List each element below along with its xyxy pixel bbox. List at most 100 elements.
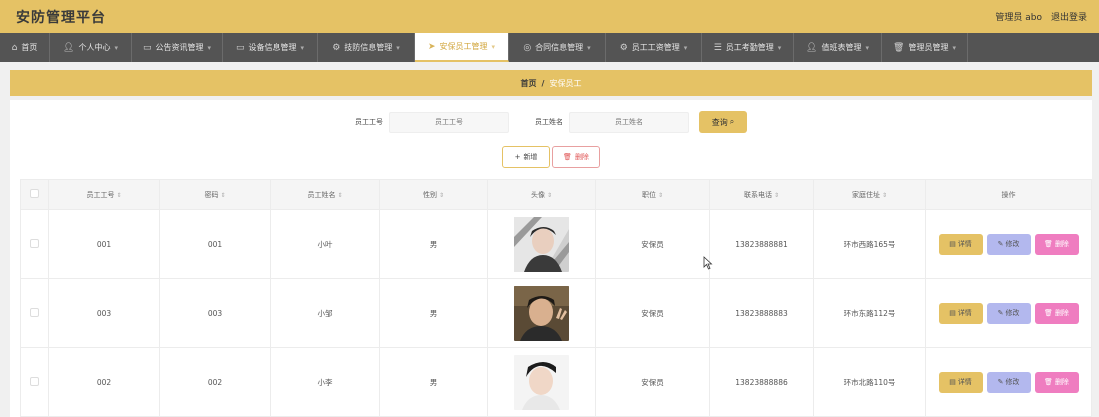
employee-id-input[interactable] (389, 111, 509, 133)
add-button[interactable]: + 新增 (502, 146, 550, 168)
pencil-icon: ✎ (997, 378, 1004, 386)
chevron-down-icon: ▾ (865, 43, 869, 52)
logout-link[interactable]: 退出登录 (1051, 10, 1087, 23)
column-header[interactable]: 性别 ⇕ (379, 179, 488, 210)
employee-name-input[interactable] (569, 111, 689, 133)
avatar[interactable] (514, 354, 569, 410)
cell-address: 环市北路110号 (813, 347, 926, 417)
nav-item-contracts[interactable]: ◎ 合同信息管理 ▾ (509, 33, 606, 62)
nav-item-attendance[interactable]: ☰ 员工考勤管理 ▾ (702, 33, 794, 62)
search-form: 员工工号 员工姓名 查询 ⌕ (10, 111, 1092, 133)
delete-button[interactable]: 🗑︎ 删除 (1034, 233, 1079, 255)
trash-icon: 🗑︎ (1044, 378, 1053, 386)
cell-password: 002 (159, 347, 271, 417)
chevron-down-icon: ▾ (587, 43, 591, 52)
chevron-down-icon: ▾ (396, 43, 400, 52)
cell-password: 003 (159, 278, 271, 348)
delete-button[interactable]: 🗑︎ 删除 (1034, 371, 1079, 393)
sort-icon: ⇕ (438, 191, 445, 199)
edit-button[interactable]: ✎ 修改 (986, 371, 1031, 393)
search-icon: ⌕ (729, 117, 735, 126)
current-user-label: 管理员 abo (995, 13, 1042, 23)
send-icon: ➤ (427, 41, 436, 52)
row-checkbox[interactable] (20, 347, 49, 417)
delete-button[interactable]: 🗑︎ 删除 (1034, 302, 1079, 324)
row-checkbox[interactable] (20, 209, 49, 279)
chevron-down-icon: ▾ (952, 43, 956, 52)
table-header-row: 员工工号 ⇕ 密码 ⇕ 员工姓名 ⇕ 性别 ⇕ 头像 ⇕ 职位 ⇕ 联系电话 ⇕ 家庭住址 ⇕ … (20, 179, 1092, 210)
gear-icon: ⚙ (332, 42, 341, 53)
gear-icon: ⚙ (619, 42, 628, 53)
monitor-icon: ▭ (235, 42, 245, 53)
breadcrumb-home[interactable]: 首页 (521, 78, 537, 89)
nav-item-tech-defense[interactable]: ⚙ 技防信息管理 ▾ (318, 33, 415, 62)
sort-icon: ⇕ (657, 191, 664, 199)
bulk-delete-button[interactable]: 🗑︎ 删除 (552, 146, 600, 168)
document-icon: ▤ (949, 309, 956, 317)
column-header[interactable]: 密码 ⇕ (159, 179, 271, 210)
column-header[interactable]: 员工工号 ⇕ (48, 179, 160, 210)
pencil-icon: ✎ (997, 240, 1004, 248)
nav-item-admins[interactable]: 🗑︎ 管理员管理 ▾ (882, 33, 968, 62)
column-header[interactable]: 员工姓名 ⇕ (270, 179, 380, 210)
breadcrumb-separator: / (541, 78, 545, 88)
sort-icon: ⇕ (546, 191, 553, 199)
cell-address: 环市西路165号 (813, 209, 926, 279)
sort-icon: ⇕ (773, 191, 780, 199)
column-header[interactable]: 头像 ⇕ (487, 179, 596, 210)
edit-button[interactable]: ✎ 修改 (986, 233, 1031, 255)
detail-button[interactable]: ▤ 详情 (938, 233, 983, 255)
employee-name-label: 员工姓名 (535, 118, 563, 126)
main-nav: ⌂ 首页 👤︎ 个人中心 ▾ ▭ 公告资讯管理 ▾ ▭ 设备信息管理 ▾ ⚙ 技… (0, 33, 1099, 62)
cell-phone: 13823888886 (709, 347, 814, 417)
nav-item-personal-center[interactable]: 👤︎ 个人中心 ▾ (50, 33, 132, 62)
cell-phone: 13823888883 (709, 278, 814, 348)
bulk-actions: + 新增 🗑︎ 删除 (10, 146, 1092, 168)
row-checkbox[interactable] (20, 278, 49, 348)
nav-item-duty-roster[interactable]: 👤︎ 值班表管理 ▾ (794, 33, 882, 62)
select-all-checkbox[interactable] (20, 179, 49, 210)
avatar[interactable] (514, 216, 569, 272)
cell-name: 小叶 (270, 209, 380, 279)
employee-table: 员工工号 ⇕ 密码 ⇕ 员工姓名 ⇕ 性别 ⇕ 头像 ⇕ 职位 ⇕ 联系电话 ⇕ 家庭住址 ⇕ … (20, 179, 1092, 417)
column-header[interactable]: 联系电话 ⇕ (709, 179, 814, 210)
detail-button[interactable]: ▤ 详情 (938, 302, 983, 324)
cell-gender: 男 (379, 278, 488, 348)
breadcrumb: 首页 / 安保员工 (10, 70, 1092, 96)
cell-employee-id: 003 (48, 278, 160, 348)
document-icon: ▤ (949, 240, 956, 248)
query-button[interactable]: 查询 ⌕ (699, 111, 747, 133)
trash-icon: 🗑︎ (893, 42, 905, 53)
app-title: 安防管理平台 (16, 9, 106, 26)
detail-button[interactable]: ▤ 详情 (938, 371, 983, 393)
nav-item-devices[interactable]: ▭ 设备信息管理 ▾ (223, 33, 318, 62)
cell-name: 小李 (270, 347, 380, 417)
breadcrumb-current: 安保员工 (549, 78, 582, 88)
main-content: 员工工号 员工姓名 查询 ⌕ + 新增 🗑︎ 删除 员工工号⇕ (10, 100, 1092, 417)
home-icon: ⌂ (11, 42, 18, 53)
nav-item-home[interactable]: ⌂ 首页 (0, 33, 50, 62)
column-header[interactable]: 家庭住址 ⇕ (813, 179, 926, 210)
nav-item-security-staff[interactable]: ➤ 安保员工管理 ▾ (415, 33, 509, 62)
avatar[interactable] (514, 285, 569, 341)
column-header[interactable]: 职位 ⇕ (595, 179, 710, 210)
plus-icon: + (514, 153, 521, 161)
cell-position: 安保员 (595, 278, 710, 348)
pencil-icon: ✎ (997, 309, 1004, 317)
nav-item-announcements[interactable]: ▭ 公告资讯管理 ▾ (132, 33, 223, 62)
cell-employee-id: 002 (48, 347, 160, 417)
document-icon: ▤ (949, 378, 956, 386)
chevron-down-icon: ▾ (300, 43, 305, 52)
row-actions: ▤ 详情 ✎ 修改 🗑︎ 删除 (926, 302, 1091, 324)
table-row: 001 001 小叶 男 安保员 13823888881 环市西路165号 ▤ … (20, 209, 1092, 279)
user-icon: 👤︎ (63, 42, 75, 53)
chevron-down-icon: ▾ (491, 42, 496, 51)
row-actions: ▤ 详情 ✎ 修改 🗑︎ 删除 (926, 371, 1091, 393)
cell-address: 环市东路112号 (813, 278, 926, 348)
table-row: 003 003 小邹 男 安保员 13823888883 环市东路112号 ▤ … (20, 278, 1092, 348)
edit-button[interactable]: ✎ 修改 (986, 302, 1031, 324)
header-user-area: 管理员 abo 退出登录 (995, 10, 1087, 23)
nav-item-salary[interactable]: ⚙ 员工工资管理 ▾ (606, 33, 702, 62)
cell-position: 安保员 (595, 209, 710, 279)
employee-id-label: 员工工号 (355, 118, 383, 126)
